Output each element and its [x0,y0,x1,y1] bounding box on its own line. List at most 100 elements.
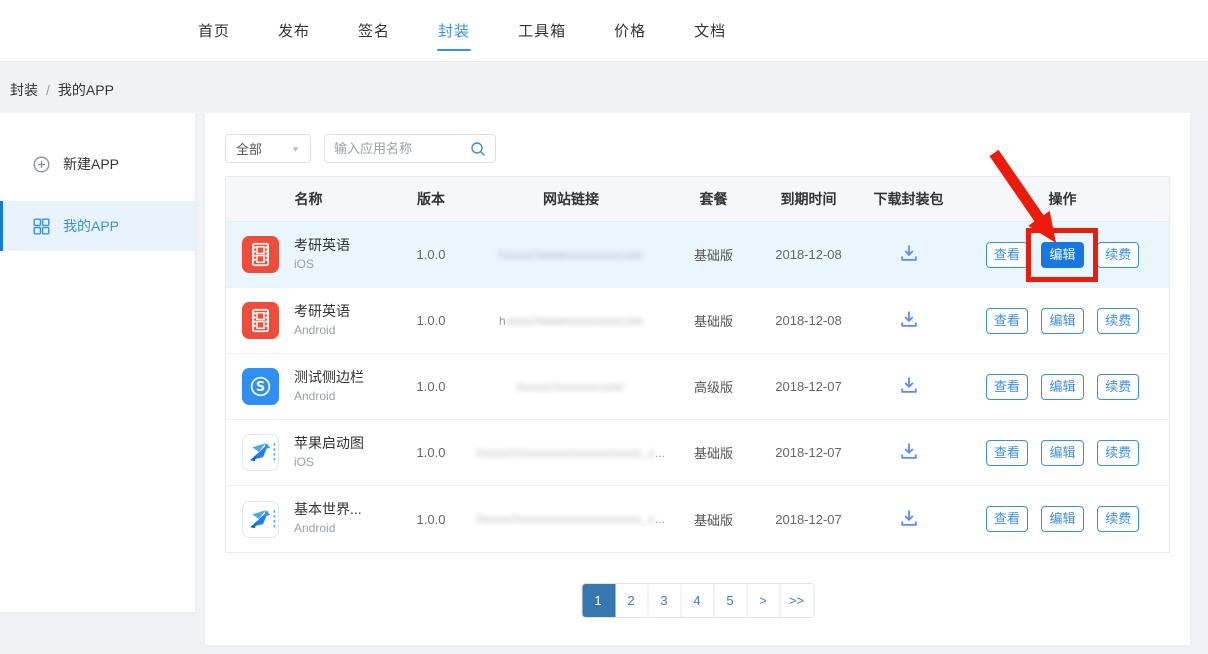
category-select[interactable]: 全部 ▼ [225,134,311,163]
app-url: hxxxx//wwwxxxxxxxxcom [471,314,671,328]
app-version: 1.0.0 [391,247,471,262]
app-expiry: 2018-12-07 [756,379,861,394]
renew-button[interactable]: 续费 [1097,440,1139,466]
app-plan: 基础版 [671,510,756,529]
table-row: 苹果启动图 iOS 1.0.0 hxxxx//xxxxxxxxxxxxxxxxx… [226,420,1169,486]
download-icon[interactable] [898,507,920,529]
svg-text:S: S [256,380,265,395]
app-platform: Android [294,322,350,339]
page-button-1[interactable]: 1 [582,584,615,617]
app-platform: iOS [294,454,364,471]
app-version: 1.0.0 [391,512,471,527]
app-expiry: 2018-12-07 [756,445,861,460]
column-header-version: 版本 [391,189,471,209]
main-nav: 首页 发布 签名 封装 工具箱 价格 文档 [197,14,727,47]
table-row: 考研英语 iOS 1.0.0 hxxxx//wwwxxxxxxxxcom 基础版… [226,222,1169,288]
edit-button[interactable]: 编辑 [1041,506,1083,532]
app-expiry: 2018-12-08 [756,247,861,262]
pagination: 1 2 3 4 5 > >> [581,583,814,618]
film-red-icon [242,302,279,339]
column-header-url: 网站链接 [471,189,671,209]
app-name: 苹果启动图 [294,435,364,452]
download-icon[interactable] [898,440,920,462]
top-header: 首页 发布 签名 封装 工具箱 价格 文档 [0,0,1208,62]
breadcrumb-section[interactable]: 封装 [10,80,38,100]
app-version: 1.0.0 [391,379,471,394]
app-platform: Android [294,388,364,405]
app-name: 测试侧边栏 [294,369,364,386]
app-plan: 高级版 [671,377,756,396]
view-button[interactable]: 查看 [986,506,1028,532]
view-button[interactable]: 查看 [986,308,1028,334]
app-plan: 基础版 [671,245,756,264]
app-plan: 基础版 [671,311,756,330]
nav-item-price[interactable]: 价格 [613,14,647,47]
app-name: 考研英语 [294,237,350,254]
column-header-download: 下载封装包 [861,189,956,209]
nav-item-docs[interactable]: 文档 [693,14,727,47]
nav-item-publish[interactable]: 发布 [277,14,311,47]
download-icon[interactable] [898,308,920,330]
sidebar-item-label: 新建APP [63,154,119,174]
plus-circle-icon [33,156,50,173]
download-icon[interactable] [898,374,920,396]
view-button[interactable]: 查看 [986,440,1028,466]
page-button-2[interactable]: 2 [615,584,648,617]
table-row: 基本世界... Android 1.0.0 hxxxx//xxxxxxxxxxx… [226,486,1169,552]
search-box [324,134,496,163]
search-icon[interactable] [470,141,486,157]
nav-item-package[interactable]: 封装 [437,14,471,47]
app-name: 基本世界... [294,501,362,518]
sidebar-item-my-apps[interactable]: 我的APP [0,201,195,251]
app-url: hxxxx//xxxxxxxxxxxxxxxxxxx_x... [471,446,671,460]
app-url: hxxxx//wwwxxxxxxxxcom [471,248,671,262]
column-header-plan: 套餐 [671,189,756,209]
category-select-value: 全部 [236,139,262,158]
page-button-last[interactable]: >> [780,584,813,617]
sidebar-item-new-app[interactable]: 新建APP [0,139,195,189]
column-header-actions: 操作 [956,189,1169,209]
main-content-card: 全部 ▼ 名称 版本 网站链接 套餐 到期时间 下载封装包 操作 [205,113,1190,645]
chevron-down-icon: ▼ [291,145,300,153]
page-button-next[interactable]: > [747,584,780,617]
renew-button[interactable]: 续费 [1097,374,1139,400]
filter-bar: 全部 ▼ [225,134,496,163]
bird-logo-icon [242,501,279,538]
app-expiry: 2018-12-07 [756,512,861,527]
sidebar: 新建APP 我的APP [0,113,195,612]
view-button[interactable]: 查看 [986,374,1028,400]
renew-button[interactable]: 续费 [1097,242,1139,268]
bird-logo-icon [242,434,279,471]
sidebar-item-label: 我的APP [63,216,119,236]
app-table: 名称 版本 网站链接 套餐 到期时间 下载封装包 操作 [225,176,1170,553]
view-button[interactable]: 查看 [986,242,1028,268]
nav-item-toolbox[interactable]: 工具箱 [517,14,567,47]
table-header: 名称 版本 网站链接 套餐 到期时间 下载封装包 操作 [226,177,1169,222]
app-platform: Android [294,520,362,537]
s-logo-icon: S [242,368,279,405]
film-red-icon [242,236,279,273]
table-row: 考研英语 Android 1.0.0 hxxxx//wwwxxxxxxxxcom… [226,288,1169,354]
column-header-name: 名称 [226,189,391,209]
edit-button[interactable]: 编辑 [1041,308,1083,334]
download-icon[interactable] [898,242,920,264]
page-button-5[interactable]: 5 [714,584,747,617]
app-platform: iOS [294,256,350,273]
search-input[interactable] [334,141,470,156]
breadcrumb-separator: / [46,82,50,98]
app-version: 1.0.0 [391,313,471,328]
edit-button[interactable]: 编辑 [1041,440,1083,466]
app-url: hxxxx//xxxxxxxxxxxxxxxxxxx_x... [471,512,671,526]
nav-item-home[interactable]: 首页 [197,14,231,47]
page-button-4[interactable]: 4 [681,584,714,617]
renew-button[interactable]: 续费 [1097,506,1139,532]
renew-button[interactable]: 续费 [1097,308,1139,334]
edit-button[interactable]: 编辑 [1041,374,1083,400]
app-name: 考研英语 [294,303,350,320]
app-url: hxxxx//xxxxxxcom/ [471,380,671,394]
edit-button[interactable]: 编辑 [1041,242,1083,268]
nav-item-signature[interactable]: 签名 [357,14,391,47]
grid-icon [33,218,50,235]
page-button-3[interactable]: 3 [648,584,681,617]
app-expiry: 2018-12-08 [756,313,861,328]
